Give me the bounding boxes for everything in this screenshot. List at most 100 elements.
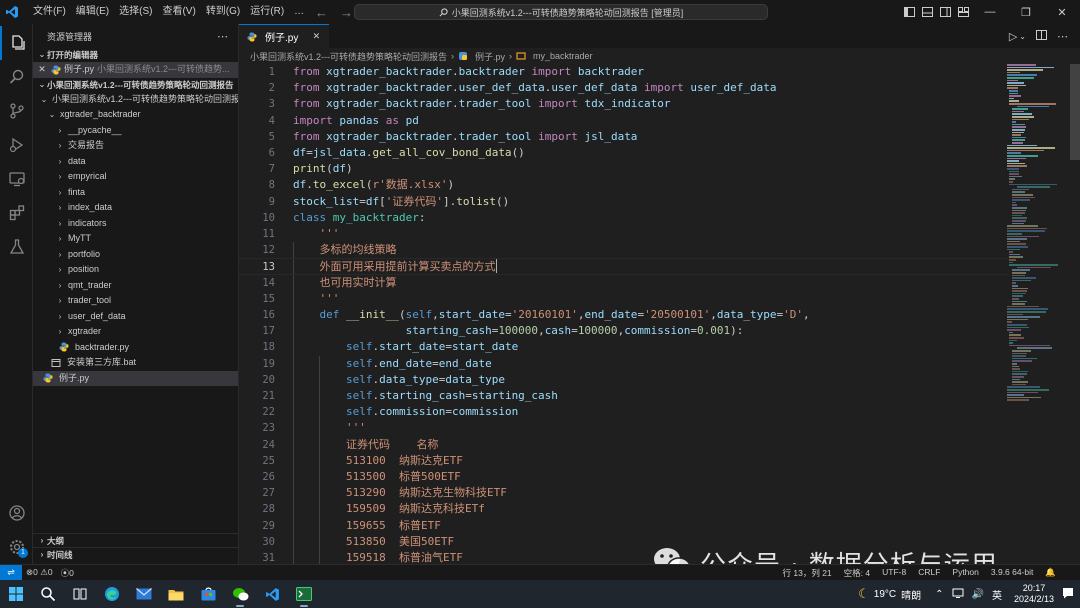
code-line[interactable]: 14 也可用实时计算 (239, 275, 1009, 291)
code-line[interactable]: 23 ''' (239, 420, 1009, 436)
file-tree-item[interactable]: › MyTT (33, 231, 238, 247)
file-tree-item[interactable]: › trader_tool (33, 293, 238, 309)
code-line[interactable]: 26 513500 标普500ETF (239, 469, 1009, 485)
encoding-status[interactable]: UTF-8 (878, 567, 910, 579)
weather-moon-icon[interactable]: ☾ (858, 586, 870, 602)
toggle-primary-sidebar-icon[interactable] (900, 0, 918, 24)
wechat-app-icon[interactable] (224, 580, 256, 608)
code-line[interactable]: 1 from xgtrader_backtrader.backtrader imp… (239, 64, 1009, 80)
toggle-panel-icon[interactable] (918, 0, 936, 24)
notifications-bell-icon[interactable]: 🔔 (1041, 567, 1060, 579)
vertical-scrollbar[interactable] (1070, 64, 1080, 160)
menu-item-2[interactable]: 选择(S) (114, 0, 157, 24)
edge-browser-icon[interactable] (96, 580, 128, 608)
code-line[interactable]: 12 多标的均线策略 (239, 242, 1009, 258)
code-line[interactable]: 10 class my_backtrader: (239, 210, 1009, 226)
more-editor-actions-icon[interactable]: ⋯ (1057, 30, 1068, 43)
cursor-position[interactable]: 行 13，列 21 (779, 567, 836, 579)
file-tree-item[interactable]: 例子.py (33, 370, 238, 386)
code-line[interactable]: 7 print(df) (239, 161, 1009, 177)
problems-status[interactable]: ⊗0 ⚠0 (22, 567, 57, 578)
show-hidden-icons-icon[interactable]: ⌃ (935, 589, 943, 600)
run-python-file-icon[interactable]: ▷ (1009, 30, 1017, 43)
file-tree-item[interactable]: › indicators (33, 216, 238, 232)
menu-item-1[interactable]: 编辑(E) (71, 0, 114, 24)
file-tree-item[interactable]: backtrader.py (33, 340, 238, 356)
code-line[interactable]: 17 starting_cash=100000,cash=100000,comm… (239, 323, 1009, 339)
file-explorer-icon[interactable] (160, 580, 192, 608)
menu-item-0[interactable]: 文件(F) (28, 0, 71, 24)
code-line[interactable]: 22 self.commission=commission (239, 404, 1009, 420)
code-line[interactable]: 15 ''' (239, 291, 1009, 307)
extensions-icon[interactable] (0, 196, 33, 230)
code-line[interactable]: 13 外面可用采用提前计算买卖点的方式 (239, 258, 1009, 275)
file-tree-item[interactable]: › index_data (33, 200, 238, 216)
file-tree-item[interactable]: › xgtrader (33, 324, 238, 340)
vscode-app-icon[interactable] (256, 580, 288, 608)
open-editor-item[interactable]: ✕ 例子.py 小果回测系统v1.2---可转债趋势... (33, 62, 238, 78)
file-tree-item[interactable]: › finta (33, 185, 238, 201)
code-line[interactable]: 20 self.data_type=data_type (239, 372, 1009, 388)
source-control-icon[interactable] (0, 94, 33, 128)
code-line[interactable]: 4 import pandas as pd (239, 113, 1009, 129)
code-line[interactable]: 18 self.start_date=start_date (239, 339, 1009, 355)
system-clock[interactable]: 20:17 2024/2/13 (1006, 583, 1062, 605)
code-line[interactable]: 8 df.to_excel(r'数据.xlsx') (239, 177, 1009, 193)
menu-item-6[interactable]: … (289, 0, 309, 24)
open-editors-section[interactable]: ⌄ 打开的编辑器 (33, 48, 238, 62)
account-icon[interactable] (0, 496, 33, 530)
more-actions-icon[interactable]: ⋯ (217, 30, 228, 43)
code-line[interactable]: 3 from xgtrader_backtrader.trader_tool im… (239, 96, 1009, 112)
file-tree-item[interactable]: › empyrical (33, 169, 238, 185)
input-method-indicator[interactable]: 英 (992, 587, 1002, 602)
code-line[interactable]: 29 159655 标普ETF (239, 518, 1009, 534)
notification-center-icon[interactable] (1062, 587, 1074, 602)
code-line[interactable]: 19 self.end_date=end_date (239, 356, 1009, 372)
file-tree-item[interactable]: › portfolio (33, 247, 238, 263)
file-tree-item[interactable]: ⌄ 小果回测系统v1.2---可转债趋势策略轮动回测报告 (33, 92, 238, 108)
taskbar-search-icon[interactable] (32, 580, 64, 608)
minimize-button[interactable]: — (972, 0, 1008, 24)
file-tree-item[interactable]: › 交易报告 (33, 138, 238, 154)
python-interpreter[interactable]: 3.9.6 64-bit (987, 567, 1038, 579)
windows-start-icon[interactable] (0, 580, 32, 608)
code-line[interactable]: 21 self.starting_cash=starting_cash (239, 388, 1009, 404)
back-arrow-icon[interactable]: ← (315, 5, 328, 20)
volume-icon[interactable]: 🔊 (972, 589, 984, 600)
code-line[interactable]: 28 159509 纳斯达克科技ETf (239, 501, 1009, 517)
search-icon[interactable] (0, 60, 33, 94)
menu-item-3[interactable]: 查看(V) (157, 0, 200, 24)
file-tree-item[interactable]: 安装第三方库.bat (33, 355, 238, 371)
close-tab-icon[interactable]: ✕ (311, 31, 321, 42)
workspace-section[interactable]: ⌄ 小果回测系统v1.2---可转债趋势策略轮动回测报告 (33, 78, 238, 92)
customize-layout-icon[interactable] (954, 0, 972, 24)
run-debug-icon[interactable] (0, 128, 33, 162)
code-line[interactable]: 2 from xgtrader_backtrader.user_def_data.… (239, 80, 1009, 96)
code-line[interactable]: 27 513290 纳斯达克生物科技ETF (239, 485, 1009, 501)
close-icon[interactable]: ✕ (37, 62, 47, 78)
breadcrumb-symbol[interactable]: my_backtrader (533, 51, 593, 61)
eol-status[interactable]: CRLF (914, 567, 944, 579)
code-editor[interactable]: 1 from xgtrader_backtrader.backtrader imp… (239, 64, 1009, 564)
close-window-button[interactable]: ✕ (1044, 0, 1080, 24)
run-dropdown-icon[interactable]: ⌄ (1019, 32, 1026, 41)
tab-example-py[interactable]: 例子.py ✕ (239, 24, 330, 48)
split-editor-icon[interactable] (1036, 29, 1047, 43)
outline-section[interactable]: › 大纲 (33, 533, 238, 547)
mail-icon[interactable] (128, 580, 160, 608)
language-mode[interactable]: Python (948, 567, 982, 579)
remote-explorer-icon[interactable] (0, 162, 33, 196)
menu-item-5[interactable]: 运行(R) (245, 0, 289, 24)
code-line[interactable]: 25 513100 纳斯达克ETF (239, 453, 1009, 469)
ports-status[interactable]: ⦿0 (57, 567, 78, 579)
explorer-icon[interactable] (0, 26, 33, 60)
file-tree-item[interactable]: › data (33, 154, 238, 170)
file-tree-item[interactable]: › qmt_trader (33, 278, 238, 294)
network-icon[interactable] (952, 588, 964, 601)
code-line[interactable]: 11 ''' (239, 226, 1009, 242)
code-line[interactable]: 16 def __init__(self,start_date='2016010… (239, 307, 1009, 323)
manage-gear-icon[interactable]: 1 (0, 530, 33, 564)
file-tree-item[interactable]: › position (33, 262, 238, 278)
code-line[interactable]: 9 stock_list=df['证券代码'].tolist() (239, 194, 1009, 210)
minimap[interactable] (1007, 64, 1069, 564)
